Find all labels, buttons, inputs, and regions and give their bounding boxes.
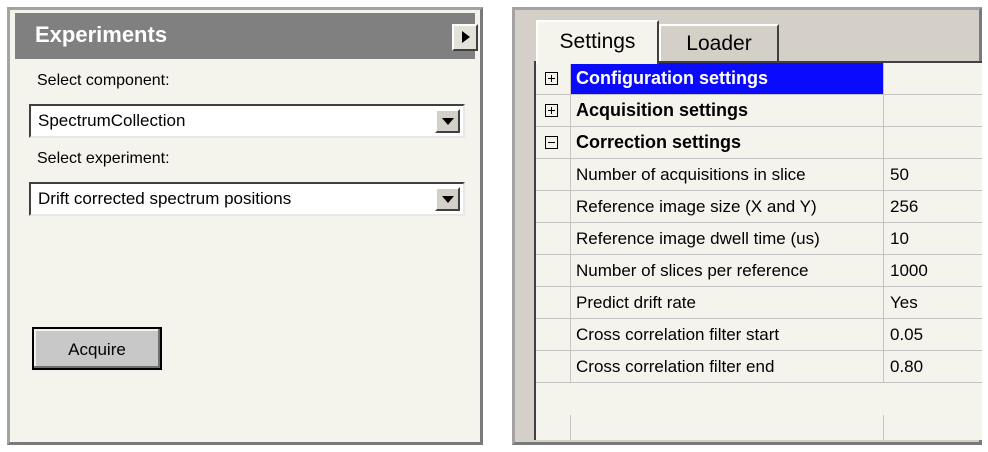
experiments-header: Experiments — [15, 13, 478, 59]
property-value: 1000 — [890, 261, 928, 280]
category-label: Correction settings — [576, 132, 742, 152]
row-gutter — [536, 351, 570, 382]
property-value-cell[interactable]: 0.05 — [883, 319, 982, 350]
select-component-label: Select component: — [37, 72, 170, 89]
property-value-cell[interactable]: 1000 — [883, 255, 982, 286]
category-label: Acquisition settings — [576, 100, 749, 120]
property-row[interactable]: Cross correlation filter start 0.05 — [536, 319, 982, 351]
row-gutter — [536, 95, 570, 126]
category-row-correction[interactable]: Correction settings — [536, 127, 982, 159]
component-dropdown[interactable]: SpectrumCollection — [29, 104, 465, 138]
row-gutter — [536, 255, 570, 286]
property-name: Cross correlation filter start — [576, 325, 780, 344]
row-gutter — [536, 191, 570, 222]
chevron-down-icon — [442, 196, 454, 203]
select-experiment-label: Select experiment: — [37, 150, 170, 167]
property-value: 0.05 — [890, 325, 924, 344]
experiments-title: Experiments — [35, 22, 168, 47]
row-gutter — [536, 63, 570, 94]
row-gutter — [536, 127, 570, 158]
category-row-acquisition[interactable]: Acquisition settings — [536, 95, 982, 127]
property-value: 0.80 — [890, 357, 924, 376]
property-row[interactable]: Reference image dwell time (us) 10 — [536, 223, 982, 255]
row-gutter — [536, 159, 570, 190]
category-label: Configuration settings — [576, 68, 768, 88]
property-value-cell[interactable]: 10 — [883, 223, 982, 254]
experiment-dropdown-value: Drift corrected spectrum positions — [38, 189, 292, 208]
plus-vertical — [551, 75, 552, 82]
triangle-right-icon — [462, 31, 470, 43]
experiment-dropdown-button[interactable] — [435, 187, 460, 211]
property-grid: Configuration settings Acquisition setti… — [534, 61, 982, 440]
column-divider — [570, 415, 571, 440]
property-name: Predict drift rate — [576, 293, 696, 312]
experiment-dropdown[interactable]: Drift corrected spectrum positions — [29, 182, 465, 216]
column-divider — [883, 415, 884, 440]
row-gutter — [536, 287, 570, 318]
category-value-cell — [883, 63, 982, 94]
settings-panel: Loader Settings Configuration settings A… — [512, 7, 982, 445]
plus-vertical — [551, 107, 552, 114]
property-name: Reference image size (X and Y) — [576, 197, 817, 216]
property-row[interactable]: Predict drift rate Yes — [536, 287, 982, 319]
row-gutter — [536, 223, 570, 254]
property-value: 256 — [890, 197, 919, 216]
chevron-down-icon — [442, 118, 454, 125]
acquire-button[interactable]: Acquire — [32, 327, 162, 370]
property-name: Reference image dwell time (us) — [576, 229, 820, 248]
property-value-cell[interactable]: 50 — [883, 159, 982, 190]
property-name-cell: Number of slices per reference — [570, 255, 883, 286]
experiments-panel: Experiments Select component: SpectrumCo… — [7, 7, 483, 445]
property-row[interactable]: Cross correlation filter end 0.80 — [536, 351, 982, 383]
tab-settings[interactable]: Settings — [536, 20, 659, 64]
tab-loader[interactable]: Loader — [659, 24, 779, 62]
acquire-button-label: Acquire — [68, 340, 126, 359]
category-value-cell — [883, 127, 982, 158]
property-value: 10 — [890, 229, 909, 248]
row-gutter — [536, 319, 570, 350]
category-value-cell — [883, 95, 982, 126]
component-dropdown-value: SpectrumCollection — [38, 111, 186, 130]
property-name: Number of acquisitions in slice — [576, 165, 806, 184]
component-dropdown-button[interactable] — [435, 109, 460, 133]
property-value: Yes — [890, 293, 918, 312]
category-row-configuration[interactable]: Configuration settings — [536, 63, 982, 95]
category-name-cell: Acquisition settings — [570, 95, 883, 126]
property-value-cell[interactable]: 256 — [883, 191, 982, 222]
property-row[interactable]: Reference image size (X and Y) 256 — [536, 191, 982, 223]
property-name-cell: Number of acquisitions in slice — [570, 159, 883, 190]
category-name-cell: Correction settings — [570, 127, 883, 158]
property-row[interactable]: Number of slices per reference 1000 — [536, 255, 982, 287]
minus-box-icon[interactable] — [545, 136, 558, 149]
property-name-cell: Cross correlation filter end — [570, 351, 883, 382]
minus-horizontal — [548, 142, 555, 143]
property-name-cell: Predict drift rate — [570, 287, 883, 318]
property-name-cell: Reference image size (X and Y) — [570, 191, 883, 222]
property-name: Number of slices per reference — [576, 261, 809, 280]
property-name: Cross correlation filter end — [576, 357, 775, 376]
property-row[interactable]: Number of acquisitions in slice 50 — [536, 159, 982, 191]
collapse-panel-button[interactable] — [452, 24, 478, 51]
category-name-cell: Configuration settings — [570, 63, 883, 94]
plus-box-icon[interactable] — [545, 104, 558, 117]
property-name-cell: Reference image dwell time (us) — [570, 223, 883, 254]
property-name-cell: Cross correlation filter start — [570, 319, 883, 350]
property-value-cell[interactable]: Yes — [883, 287, 982, 318]
tab-settings-label: Settings — [559, 30, 636, 53]
property-value-cell[interactable]: 0.80 — [883, 351, 982, 382]
plus-box-icon[interactable] — [545, 72, 558, 85]
property-value: 50 — [890, 165, 909, 184]
tab-loader-label: Loader — [686, 32, 752, 55]
